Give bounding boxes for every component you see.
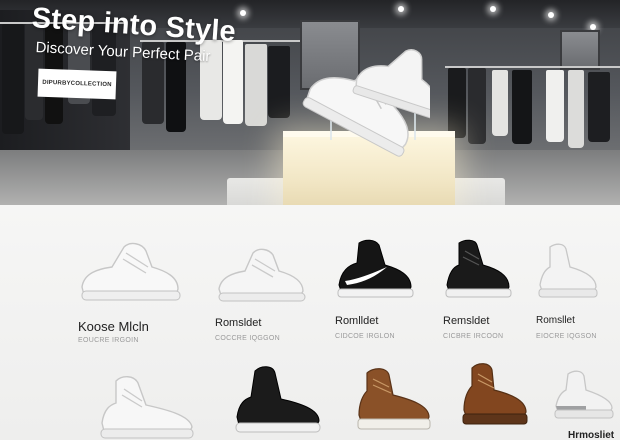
garment [568, 70, 584, 148]
product-card[interactable] [233, 363, 323, 440]
product-meta: EOUCRE IRGOIN [78, 337, 139, 344]
garment [268, 46, 290, 118]
black-sneaker-icon [337, 239, 414, 298]
product-meta: CIDCOE IRGLON [335, 333, 395, 340]
product-name: Romsllet [536, 315, 575, 326]
product-card[interactable] [460, 360, 532, 440]
garment [492, 70, 508, 136]
product-card[interactable]: Romlldet CIDCOE IRGLON [335, 237, 420, 357]
product-card[interactable] [355, 365, 435, 440]
product-card[interactable]: Romsldet COCCRE IQGGON [215, 243, 310, 363]
white-high-top-icon [554, 370, 614, 419]
product-card[interactable]: Remsldet CICBRE IRCOON [443, 237, 518, 357]
ceiling-light [240, 10, 246, 16]
product-meta: CICBRE IRCOON [443, 333, 504, 340]
ceiling-light [490, 6, 496, 12]
product-card[interactable] [98, 373, 198, 440]
product-name: Koose Mlcln [78, 319, 149, 334]
ceiling-light [548, 12, 554, 18]
garment [245, 44, 267, 126]
hero-banner: Step into Style Discover Your Perfect Pa… [0, 0, 620, 205]
white-sneaker-icon [218, 248, 306, 302]
store-window [560, 30, 600, 70]
product-meta: COCCRE IQGGON [215, 335, 280, 342]
product-name: Hrmosliet [568, 430, 615, 440]
garment [223, 40, 243, 124]
shop-collection-button[interactable]: DIPURBYCOLLECTION [37, 68, 117, 100]
product-card[interactable]: Koose Mlcln EOUCRE IRGOIN [78, 237, 188, 367]
black-high-top-icon [445, 239, 512, 298]
white-high-top-icon [538, 243, 598, 298]
product-name: Remsldet [443, 315, 490, 327]
garment [512, 70, 532, 144]
garment [2, 24, 24, 134]
product-grid: Koose Mlcln EOUCRE IRGOIN Romsldet COCCR… [0, 205, 620, 440]
garment [546, 70, 564, 142]
product-card[interactable]: Romsllet EIOCRE IQGSON [536, 243, 606, 363]
product-name: Romlldet [335, 315, 379, 327]
white-high-top-icon [100, 376, 194, 439]
brown-boot-icon [357, 368, 431, 430]
garment [448, 68, 466, 138]
garment [468, 68, 486, 144]
product-name: Romsldet [215, 317, 262, 329]
black-sneaker-icon [235, 366, 321, 433]
white-sneaker-icon [81, 242, 181, 301]
garment [588, 72, 610, 142]
ceiling-light [398, 6, 404, 12]
product-card[interactable]: Hrmosliet [552, 370, 618, 440]
brown-boot-icon [462, 363, 528, 425]
product-meta: EIOCRE IQGSON [536, 333, 597, 340]
featured-sneaker-icon [302, 49, 430, 157]
